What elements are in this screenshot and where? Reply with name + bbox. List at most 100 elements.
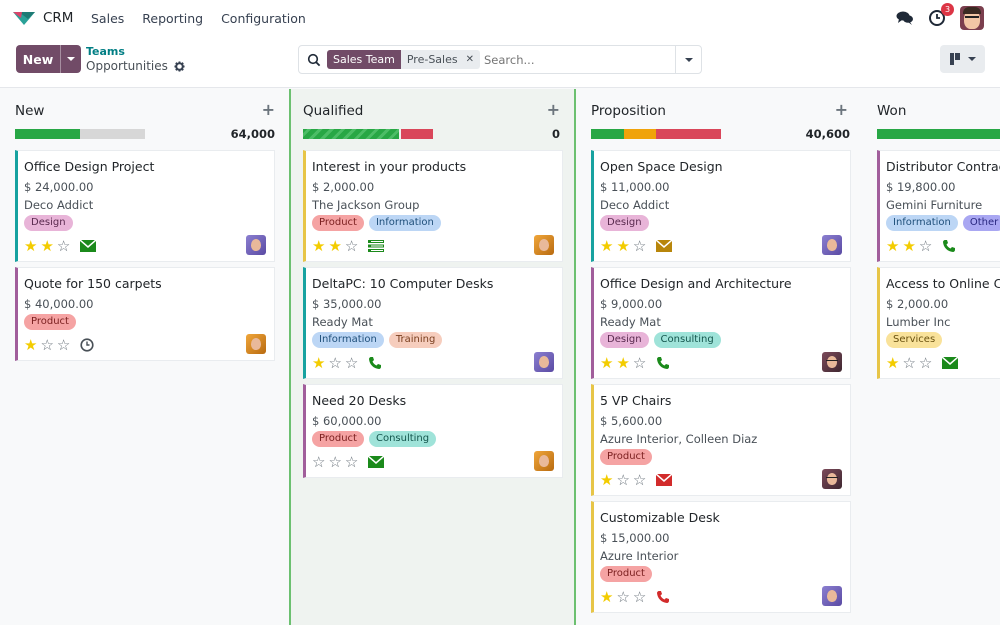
salesperson-avatar[interactable] (534, 451, 554, 471)
star-filled-icon[interactable]: ★ (886, 238, 899, 254)
view-switcher[interactable] (940, 45, 985, 73)
star-filled-icon[interactable]: ★ (24, 337, 37, 353)
star-filled-icon[interactable]: ★ (312, 355, 325, 371)
star-filled-icon[interactable]: ★ (600, 472, 613, 488)
opportunity-card[interactable]: Need 20 Desks $ 60,000.00 Product Consultin… (303, 384, 563, 478)
opportunity-card[interactable]: Distributor Contract $ 19,800.00 Gemini Fu… (877, 150, 1000, 262)
facet-remove-icon[interactable]: ✕ (466, 54, 474, 65)
salesperson-avatar[interactable] (822, 469, 842, 489)
star-empty-icon[interactable]: ☆ (328, 355, 341, 371)
quick-create-icon[interactable]: + (835, 100, 848, 119)
opportunity-card[interactable]: Office Design and Architecture $ 9,000.00… (591, 267, 851, 379)
star-empty-icon[interactable]: ☆ (328, 454, 341, 470)
salesperson-avatar[interactable] (822, 235, 842, 255)
star-filled-icon[interactable]: ★ (600, 589, 613, 605)
email-activity-icon[interactable] (368, 455, 385, 469)
search-icon[interactable] (307, 53, 321, 67)
star-filled-icon[interactable]: ★ (902, 238, 915, 254)
email-activity-icon[interactable] (656, 473, 673, 487)
kanban-column-new[interactable]: New +64,000 Office Design Project $ 24,000.… (0, 89, 289, 625)
star-filled-icon[interactable]: ★ (328, 238, 341, 254)
star-empty-icon[interactable]: ☆ (633, 238, 646, 254)
kanban-column-proposition[interactable]: Proposition +40,600 Open Space Design $ 11,… (576, 89, 862, 625)
new-dropdown-toggle[interactable] (60, 45, 81, 73)
column-progress-bar[interactable] (877, 129, 1000, 139)
opportunity-card[interactable]: Quote for 150 carpets $ 40,000.00 Product ★… (15, 267, 275, 361)
star-empty-icon[interactable]: ☆ (345, 238, 358, 254)
column-title[interactable]: Won (877, 103, 906, 119)
salesperson-avatar[interactable] (246, 235, 266, 255)
app-name[interactable]: CRM (43, 10, 73, 26)
salesperson-avatar[interactable] (534, 352, 554, 372)
opportunity-card[interactable]: Open Space Design $ 11,000.00 Deco Addict D… (591, 150, 851, 262)
user-avatar[interactable] (960, 6, 984, 30)
salesperson-avatar[interactable] (534, 235, 554, 255)
chat-icon[interactable] (896, 10, 914, 26)
salesperson-avatar[interactable] (822, 586, 842, 606)
progress-segment-green[interactable] (15, 129, 80, 139)
opportunity-card[interactable]: DeltaPC: 10 Computer Desks $ 35,000.00 Rea… (303, 267, 563, 379)
opportunity-card[interactable]: Interest in your products $ 2,000.00 The J… (303, 150, 563, 262)
star-filled-icon[interactable]: ★ (886, 355, 899, 371)
star-empty-icon[interactable]: ☆ (312, 454, 325, 470)
star-empty-icon[interactable]: ☆ (633, 355, 646, 371)
kanban-column-qualified[interactable]: Qualified +0 Interest in your products $ 2,… (289, 89, 576, 625)
email-activity-icon[interactable] (656, 239, 673, 253)
star-filled-icon[interactable]: ★ (616, 238, 629, 254)
new-button[interactable]: New (16, 45, 60, 73)
star-filled-icon[interactable]: ★ (600, 355, 613, 371)
quick-create-icon[interactable]: + (547, 100, 560, 119)
star-empty-icon[interactable]: ☆ (345, 355, 358, 371)
column-progress-bar[interactable] (15, 129, 145, 139)
progress-segment-grey[interactable] (80, 129, 145, 139)
star-empty-icon[interactable]: ☆ (633, 589, 646, 605)
kanban-column-won[interactable]: Won Distributor Contract $ 19,800.00 Gemini… (862, 89, 1000, 625)
progress-segment-green-striped[interactable] (303, 129, 399, 139)
column-progress-bar[interactable] (591, 129, 721, 139)
star-empty-icon[interactable]: ☆ (616, 472, 629, 488)
star-empty-icon[interactable]: ☆ (57, 337, 70, 353)
email-activity-icon[interactable] (942, 356, 959, 370)
progress-segment-red[interactable] (656, 129, 721, 139)
breadcrumb-teams[interactable]: Teams (86, 45, 185, 58)
opportunity-card[interactable]: Office Design Project $ 24,000.00 Deco Add… (15, 150, 275, 262)
activity-button[interactable]: 3 (928, 3, 954, 27)
star-empty-icon[interactable]: ☆ (40, 337, 53, 353)
star-filled-icon[interactable]: ★ (312, 238, 325, 254)
salesperson-avatar[interactable] (822, 352, 842, 372)
progress-segment-green[interactable] (877, 129, 1000, 139)
opportunity-card[interactable]: Access to Online C $ 2,000.00 Lumber Inc Se… (877, 267, 1000, 379)
search-options-toggle[interactable] (675, 46, 701, 73)
star-empty-icon[interactable]: ☆ (919, 238, 932, 254)
star-filled-icon[interactable]: ★ (40, 238, 53, 254)
phone-activity-icon[interactable] (656, 356, 672, 370)
star-empty-icon[interactable]: ☆ (345, 454, 358, 470)
opportunity-card[interactable]: 5 VP Chairs $ 5,600.00 Azure Interior, Col… (591, 384, 851, 496)
star-filled-icon[interactable]: ★ (600, 238, 613, 254)
progress-segment-orange[interactable] (623, 129, 656, 139)
menu-configuration[interactable]: Configuration (221, 11, 306, 26)
star-empty-icon[interactable]: ☆ (633, 472, 646, 488)
todo-activity-icon[interactable] (368, 239, 385, 253)
star-empty-icon[interactable]: ☆ (919, 355, 932, 371)
star-empty-icon[interactable]: ☆ (616, 589, 629, 605)
crm-logo-icon[interactable] (12, 10, 36, 26)
progress-segment-green[interactable] (591, 129, 624, 139)
gear-icon[interactable] (174, 60, 185, 72)
menu-reporting[interactable]: Reporting (142, 11, 203, 26)
progress-segment-red[interactable] (401, 129, 433, 139)
opportunity-card[interactable]: Customizable Desk $ 15,000.00 Azure Interi… (591, 501, 851, 613)
star-empty-icon[interactable]: ☆ (902, 355, 915, 371)
search-input[interactable] (484, 52, 674, 67)
quick-create-icon[interactable]: + (262, 100, 275, 119)
phone-activity-icon[interactable] (368, 356, 384, 370)
phone-activity-icon[interactable] (942, 239, 958, 253)
email-activity-icon[interactable] (80, 239, 97, 253)
column-title[interactable]: Qualified (303, 103, 363, 119)
menu-sales[interactable]: Sales (91, 11, 124, 26)
star-empty-icon[interactable]: ☆ (57, 238, 70, 254)
star-filled-icon[interactable]: ★ (616, 355, 629, 371)
column-title[interactable]: Proposition (591, 103, 666, 119)
clock-activity-icon[interactable] (80, 338, 96, 352)
column-progress-bar[interactable] (303, 129, 433, 139)
